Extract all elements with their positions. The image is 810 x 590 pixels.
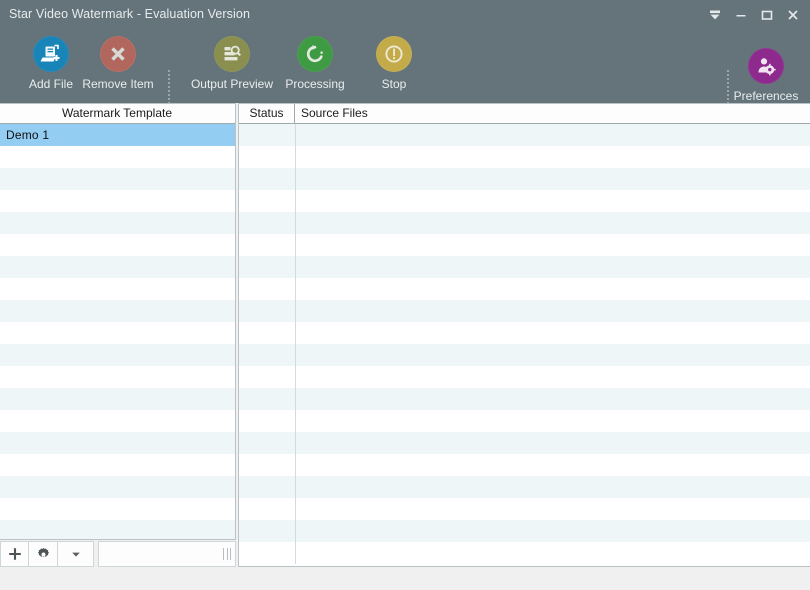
column-header-watermark-template[interactable]: Watermark Template bbox=[0, 104, 234, 123]
template-list-item[interactable] bbox=[0, 388, 235, 410]
stop-label: Stop bbox=[381, 77, 407, 91]
window-controls bbox=[702, 0, 806, 30]
template-list-item[interactable] bbox=[0, 432, 235, 454]
status-strip bbox=[0, 567, 810, 590]
minimize-icon bbox=[734, 8, 748, 22]
template-name-input[interactable] bbox=[98, 541, 236, 567]
column-header-status[interactable]: Status bbox=[239, 104, 295, 123]
template-list-item[interactable] bbox=[0, 498, 235, 520]
source-files-list[interactable] bbox=[239, 124, 810, 564]
window-title: Star Video Watermark - Evaluation Versio… bbox=[9, 7, 251, 21]
source-file-row[interactable] bbox=[239, 498, 810, 520]
resize-grip-icon[interactable] bbox=[223, 548, 231, 560]
remove-item-label: Remove Item bbox=[82, 77, 154, 91]
source-file-row[interactable] bbox=[239, 476, 810, 498]
template-list-item[interactable] bbox=[0, 212, 235, 234]
app-window: Star Video Watermark - Evaluation Versio… bbox=[0, 0, 810, 590]
source-file-row[interactable] bbox=[239, 234, 810, 256]
processing-icon bbox=[297, 36, 333, 72]
template-list-item[interactable] bbox=[0, 278, 235, 300]
output-preview-label: Output Preview bbox=[190, 77, 274, 91]
watermark-template-list[interactable]: Demo 1 bbox=[0, 124, 235, 539]
watermark-template-header[interactable]: Watermark Template bbox=[0, 104, 235, 124]
plus-icon bbox=[7, 546, 23, 562]
source-file-row[interactable] bbox=[239, 300, 810, 322]
source-file-row[interactable] bbox=[239, 322, 810, 344]
source-files-column-divider bbox=[295, 124, 296, 564]
template-list-item[interactable] bbox=[0, 190, 235, 212]
source-files-header[interactable]: Status Source Files bbox=[239, 104, 810, 124]
output-preview-button[interactable]: Output Preview bbox=[186, 36, 278, 100]
source-file-row[interactable] bbox=[239, 388, 810, 410]
template-list-item[interactable] bbox=[0, 344, 235, 366]
source-file-row[interactable] bbox=[239, 256, 810, 278]
add-file-label: Add File bbox=[28, 77, 74, 91]
template-list-item[interactable] bbox=[0, 168, 235, 190]
template-menu-button[interactable] bbox=[58, 541, 94, 567]
source-file-row[interactable] bbox=[239, 146, 810, 168]
source-file-row[interactable] bbox=[239, 168, 810, 190]
source-file-row[interactable] bbox=[239, 344, 810, 366]
caret-down-bar-icon bbox=[708, 8, 722, 22]
gear-icon bbox=[36, 547, 51, 562]
minimize-button[interactable] bbox=[728, 2, 754, 28]
template-list-item[interactable] bbox=[0, 454, 235, 476]
template-list-item[interactable] bbox=[0, 256, 235, 278]
template-list-item[interactable] bbox=[0, 410, 235, 432]
add-template-button[interactable] bbox=[0, 541, 29, 567]
source-file-row[interactable] bbox=[239, 278, 810, 300]
main-toolbar: Add File Remove Item Output Preview Proc… bbox=[0, 30, 810, 127]
template-list-item[interactable] bbox=[0, 146, 235, 168]
template-list-item-label: Demo 1 bbox=[6, 128, 50, 142]
remove-item-button[interactable]: Remove Item bbox=[72, 36, 164, 100]
template-list-item[interactable] bbox=[0, 366, 235, 388]
maximize-icon bbox=[760, 8, 774, 22]
chevron-down-icon bbox=[70, 548, 82, 560]
collapse-tray-button[interactable] bbox=[702, 2, 728, 28]
template-list-item[interactable] bbox=[0, 322, 235, 344]
template-settings-button[interactable] bbox=[29, 541, 58, 567]
source-files-panel: Status Source Files bbox=[238, 103, 810, 567]
column-header-source-files[interactable]: Source Files bbox=[295, 104, 810, 123]
close-button[interactable] bbox=[780, 2, 806, 28]
template-list-item[interactable] bbox=[0, 300, 235, 322]
source-file-row[interactable] bbox=[239, 212, 810, 234]
preferences-label: Preferences bbox=[733, 89, 799, 103]
add-file-icon bbox=[33, 36, 69, 72]
template-list-item[interactable]: Demo 1 bbox=[0, 124, 235, 146]
template-list-item[interactable] bbox=[0, 476, 235, 498]
processing-label: Processing bbox=[285, 77, 345, 91]
template-list-item[interactable] bbox=[0, 520, 235, 539]
stop-icon bbox=[376, 36, 412, 72]
source-file-row[interactable] bbox=[239, 542, 810, 564]
template-toolbar bbox=[0, 541, 236, 567]
preferences-icon bbox=[748, 48, 784, 84]
source-file-row[interactable] bbox=[239, 124, 810, 146]
source-file-row[interactable] bbox=[239, 366, 810, 388]
source-file-row[interactable] bbox=[239, 432, 810, 454]
close-icon bbox=[786, 8, 800, 22]
source-file-row[interactable] bbox=[239, 410, 810, 432]
source-file-row[interactable] bbox=[239, 520, 810, 542]
output-preview-icon bbox=[214, 36, 250, 72]
source-file-row[interactable] bbox=[239, 454, 810, 476]
source-file-row[interactable] bbox=[239, 190, 810, 212]
stop-button[interactable]: Stop bbox=[348, 36, 440, 100]
watermark-template-panel: Watermark Template Demo 1 bbox=[0, 103, 236, 540]
maximize-button[interactable] bbox=[754, 2, 780, 28]
remove-item-icon bbox=[100, 36, 136, 72]
template-list-item[interactable] bbox=[0, 234, 235, 256]
title-bar: Star Video Watermark - Evaluation Versio… bbox=[0, 0, 810, 30]
